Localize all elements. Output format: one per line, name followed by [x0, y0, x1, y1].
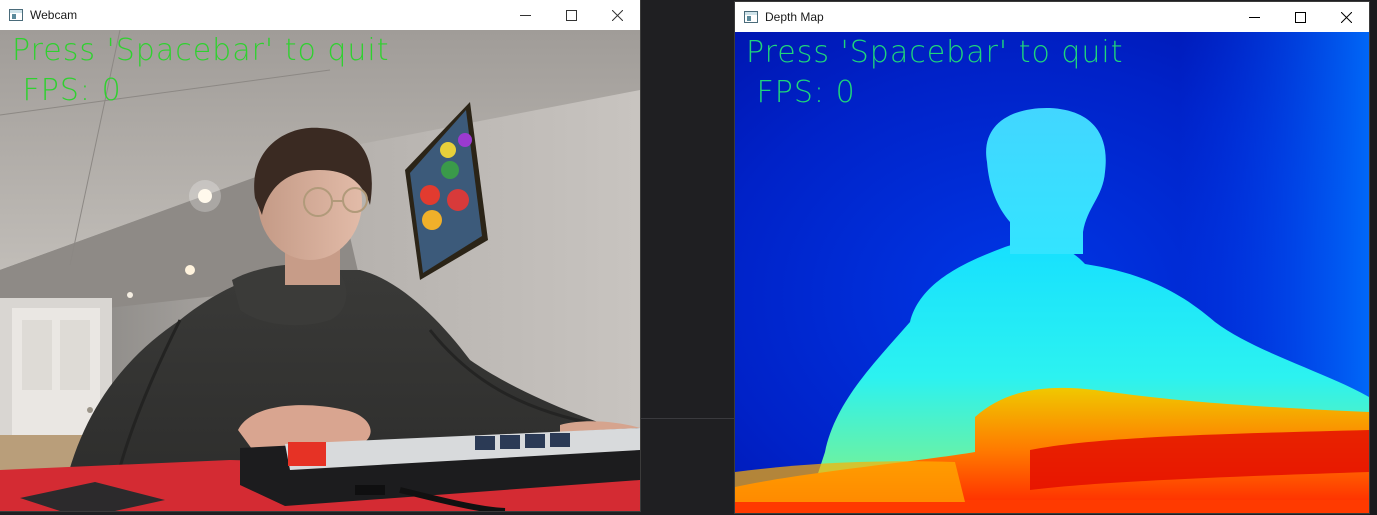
- desktop-edge: [1369, 0, 1377, 515]
- close-button[interactable]: [1323, 2, 1369, 32]
- webcam-titlebar[interactable]: Webcam: [0, 0, 640, 30]
- fps-readout: FPS: 0: [746, 75, 856, 110]
- webcam-frame: Press 'Spacebar' to quit FPS: 0: [0, 30, 640, 511]
- window-controls: [502, 0, 640, 30]
- window-controls: [1231, 2, 1369, 32]
- quit-instruction: Press 'Spacebar' to quit: [746, 35, 1124, 70]
- maximize-icon: [565, 9, 577, 21]
- maximize-icon: [1294, 11, 1306, 23]
- minimize-icon: [1248, 16, 1260, 18]
- desktop-divider: [640, 418, 735, 419]
- window-title: Depth Map: [765, 10, 824, 24]
- depth-map-titlebar[interactable]: Depth Map: [735, 2, 1369, 32]
- maximize-button[interactable]: [1277, 2, 1323, 32]
- fps-readout: FPS: 0: [12, 73, 122, 108]
- app-window-icon: [744, 11, 758, 23]
- minimize-button[interactable]: [502, 0, 548, 30]
- maximize-button[interactable]: [548, 0, 594, 30]
- minimize-button[interactable]: [1231, 2, 1277, 32]
- quit-instruction: Press 'Spacebar' to quit: [12, 33, 390, 68]
- minimize-icon: [519, 14, 531, 16]
- close-button[interactable]: [594, 0, 640, 30]
- close-icon: [611, 9, 623, 21]
- window-title: Webcam: [30, 8, 78, 22]
- depth-map-window[interactable]: Depth Map Press 'Spacebar' to quit FPS: …: [735, 2, 1369, 513]
- webcam-window[interactable]: Webcam Press 'Spacebar' to quit FPS: 0: [0, 0, 640, 511]
- close-icon: [1340, 11, 1352, 23]
- app-window-icon: [9, 9, 23, 21]
- depth-map-frame: Press 'Spacebar' to quit FPS: 0: [735, 32, 1369, 513]
